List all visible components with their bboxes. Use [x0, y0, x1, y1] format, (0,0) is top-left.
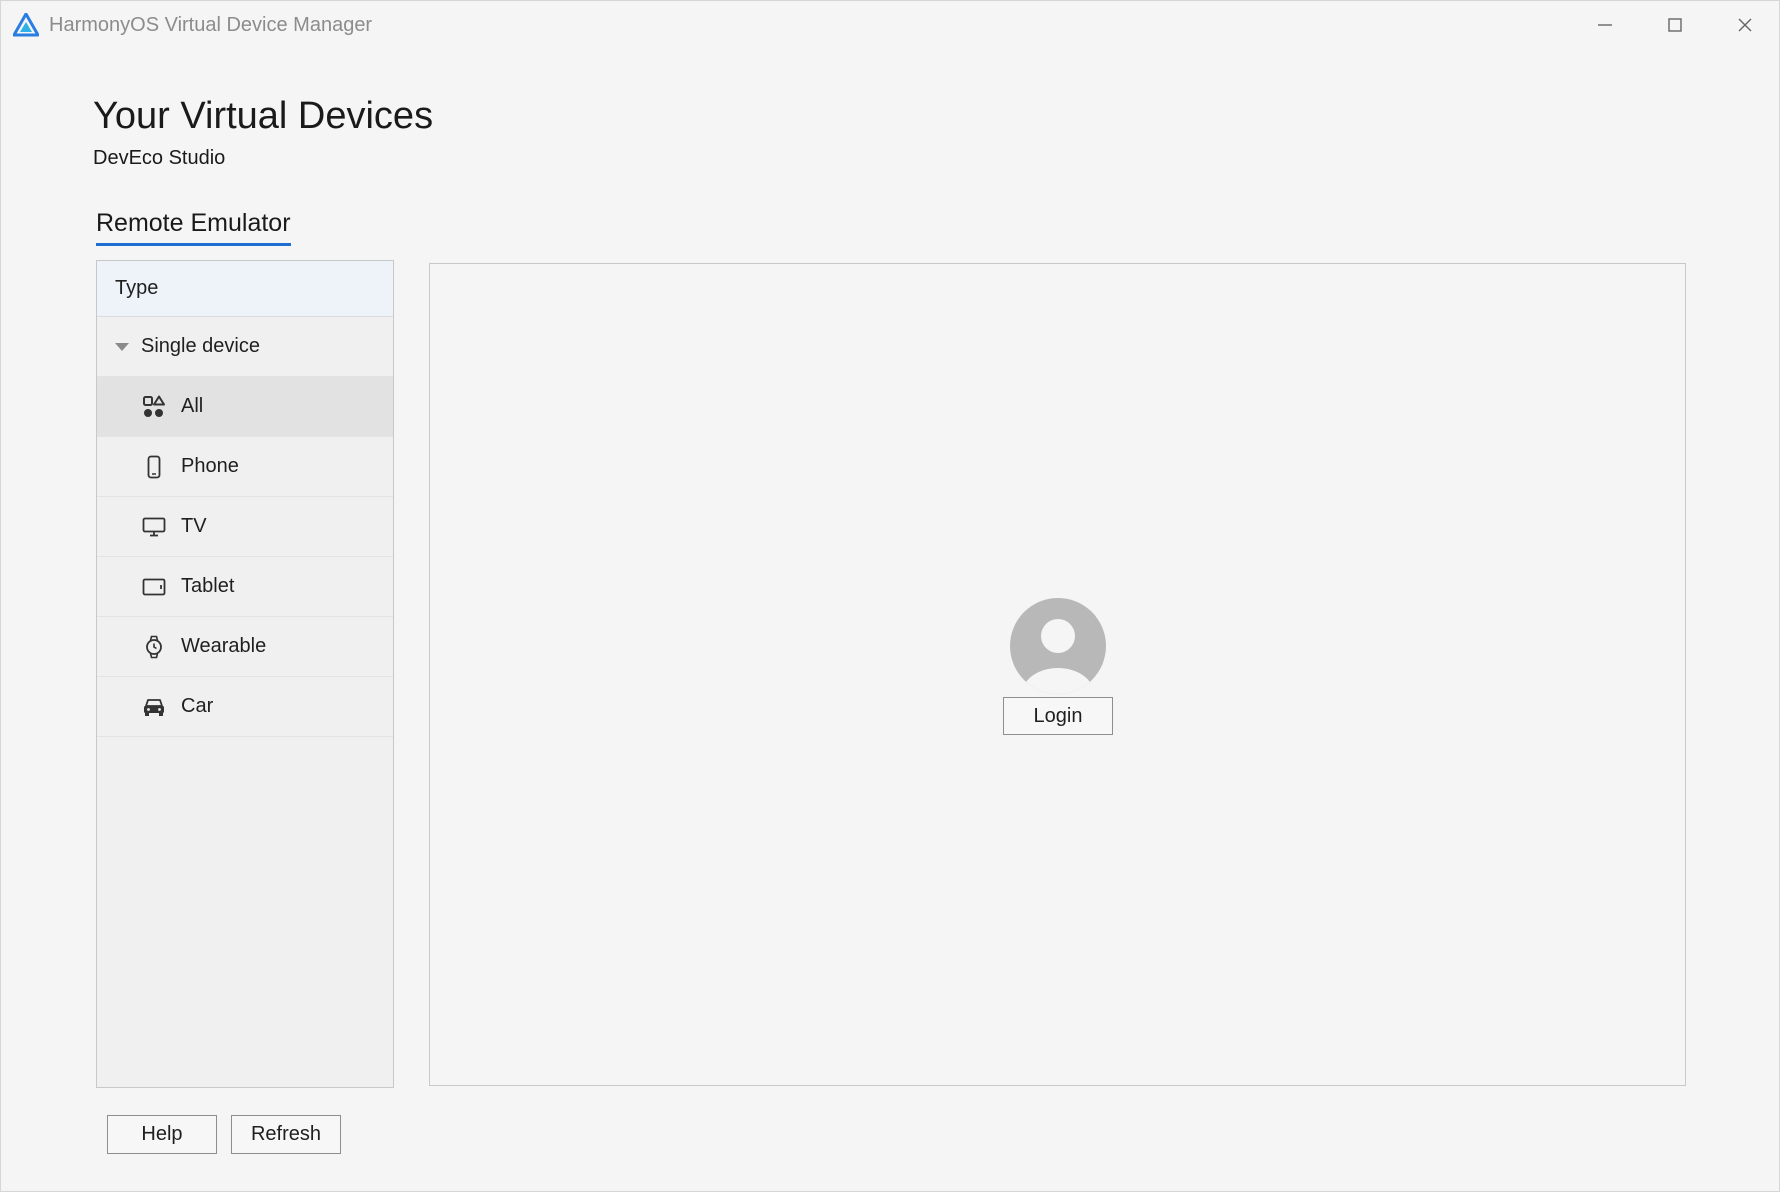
refresh-button[interactable]: Refresh: [231, 1115, 341, 1154]
type-item-phone[interactable]: Phone: [97, 437, 393, 497]
type-item-label: Tablet: [181, 575, 235, 597]
watch-icon: [141, 634, 167, 660]
device-manager-window: HarmonyOS Virtual Device Manager Your Vi…: [0, 0, 1780, 1192]
group-single-device[interactable]: Single device: [97, 317, 393, 377]
type-item-label: TV: [181, 515, 207, 537]
tv-icon: [141, 514, 167, 540]
title-bar: HarmonyOS Virtual Device Manager: [1, 1, 1779, 49]
type-item-label: All: [181, 395, 204, 417]
phone-icon: [141, 454, 167, 480]
type-item-wearable[interactable]: Wearable: [97, 617, 393, 677]
maximize-icon: [1668, 18, 1682, 32]
group-label: Single device: [141, 335, 260, 357]
help-button[interactable]: Help: [107, 1115, 217, 1154]
user-avatar-icon: [1010, 598, 1106, 694]
car-icon: [141, 694, 167, 720]
minimize-icon: [1598, 24, 1612, 26]
device-type-panel: Type Single device All Phone TV Tablet W…: [96, 260, 394, 1088]
type-item-label: Car: [181, 695, 214, 717]
type-item-tv[interactable]: TV: [97, 497, 393, 557]
type-item-all[interactable]: All: [97, 377, 393, 437]
type-item-label: Phone: [181, 455, 239, 477]
type-item-car[interactable]: Car: [97, 677, 393, 737]
maximize-button[interactable]: [1645, 7, 1705, 43]
page-subtitle: DevEco Studio: [93, 147, 226, 169]
window-title: HarmonyOS Virtual Device Manager: [49, 14, 373, 36]
harmonyos-logo-icon: [13, 13, 39, 37]
close-icon: [1738, 18, 1752, 32]
tablet-icon: [141, 574, 167, 600]
caret-down-icon: [115, 342, 129, 351]
page-title: Your Virtual Devices: [93, 95, 434, 137]
minimize-button[interactable]: [1575, 7, 1635, 43]
close-button[interactable]: [1715, 7, 1775, 43]
type-item-tablet[interactable]: Tablet: [97, 557, 393, 617]
login-button[interactable]: Login: [1003, 697, 1113, 735]
tab-remote-emulator[interactable]: Remote Emulator: [96, 207, 291, 246]
device-list-panel: Login: [429, 263, 1686, 1086]
type-item-label: Wearable: [181, 635, 267, 657]
type-column-header: Type: [97, 261, 393, 317]
all-apps-icon: [141, 394, 167, 420]
